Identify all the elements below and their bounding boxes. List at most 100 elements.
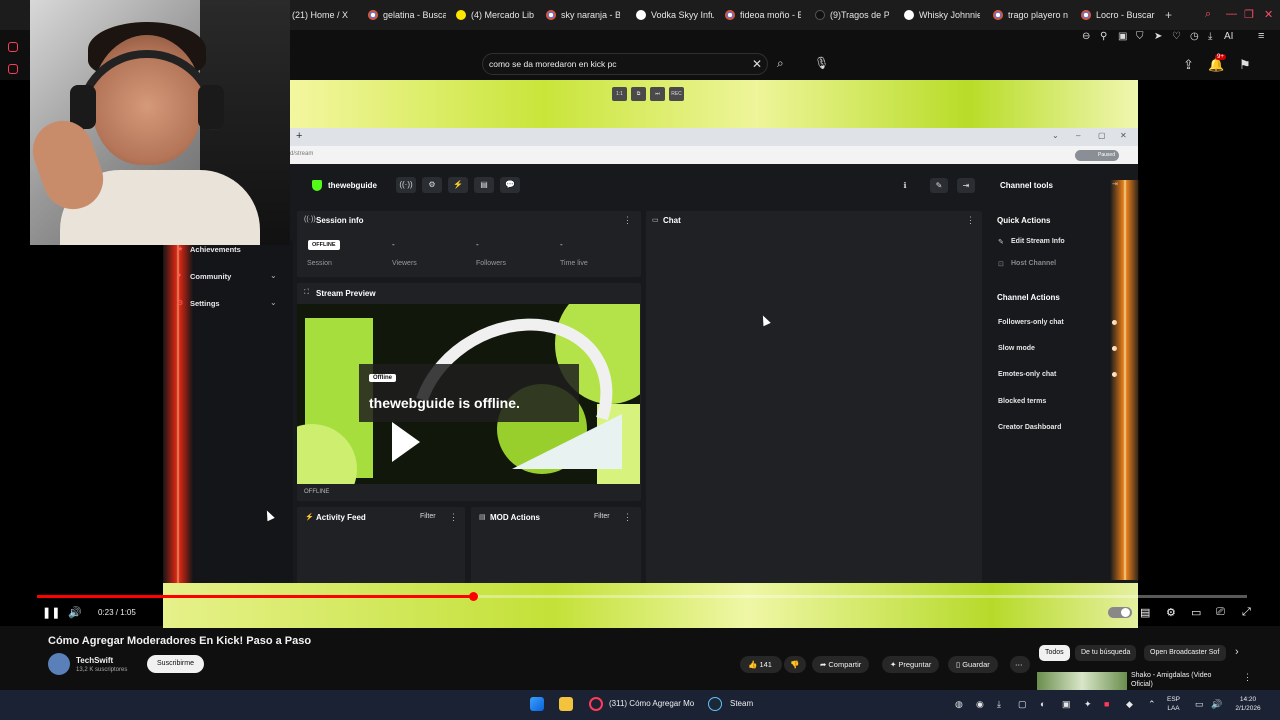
chevron-right-icon[interactable]: › xyxy=(1235,647,1239,658)
generic-site-icon xyxy=(904,10,914,20)
chip-from-search[interactable]: De tu búsqueda xyxy=(1075,645,1137,661)
clock-icon[interactable]: ◷ xyxy=(1190,32,1199,42)
channel-name[interactable]: TechSwift xyxy=(76,656,113,665)
browser-tab[interactable]: (21) Home / X xyxy=(292,6,362,24)
more-icon[interactable]: ⋮ xyxy=(1243,673,1252,682)
browser-tab[interactable]: Whisky Johnnie xyxy=(904,6,980,24)
browser-tab[interactable]: Vodka Skyy Infu xyxy=(636,6,714,24)
miniplayer-icon[interactable]: ▭ xyxy=(1191,606,1201,619)
offline-card xyxy=(359,364,579,422)
menu-icon[interactable]: ≡ xyxy=(1258,31,1264,42)
record-icon[interactable]: REC xyxy=(669,87,684,101)
tab-label: Whisky Johnnie xyxy=(919,10,980,20)
pause-icon[interactable]: ❚❚ xyxy=(42,606,60,619)
settings-icon[interactable]: ⚙ xyxy=(1166,606,1176,619)
file-explorer-icon[interactable] xyxy=(559,697,573,711)
save-button[interactable]: ▯ Guardar xyxy=(948,656,998,673)
upload-icon[interactable]: ⇪ xyxy=(1183,57,1194,73)
send-icon[interactable]: ➤ xyxy=(1154,32,1162,42)
progress-scrubber[interactable] xyxy=(469,592,478,601)
new-tab-button[interactable]: + xyxy=(1165,8,1172,22)
download-icon[interactable]: ⤓ xyxy=(997,699,1001,710)
like-button[interactable]: 👍 141 xyxy=(740,656,782,673)
lightning-icon: ⚡ xyxy=(448,177,468,193)
taskbar-app-browser[interactable]: (311) Cómo Agregar Mo xyxy=(609,699,694,708)
sidebar-app-icon[interactable] xyxy=(8,42,18,52)
search-value: como se da moredaron en kick pc xyxy=(489,59,617,69)
more-actions-button[interactable]: ⋯ xyxy=(1010,656,1030,673)
tray-app-icon[interactable]: ▣ xyxy=(1062,699,1071,710)
opera-icon[interactable] xyxy=(589,697,603,711)
minimize-icon[interactable]: — xyxy=(1226,8,1237,20)
tab-label: (4) Mercado Lib xyxy=(471,10,535,20)
browser-tab[interactable]: sky naranja - B xyxy=(546,6,620,24)
more-icon: ⋯ xyxy=(1015,660,1023,669)
search-icon[interactable]: ⌕ xyxy=(1205,8,1211,21)
close-icon[interactable]: ✕ xyxy=(1264,8,1273,21)
volume-icon[interactable]: 🔊 xyxy=(68,606,82,619)
clear-search-icon[interactable]: ✕ xyxy=(752,58,762,70)
windows-start-icon[interactable] xyxy=(530,697,544,711)
account-icon[interactable]: ⚑ xyxy=(1239,57,1251,73)
share-button[interactable]: ➦ Compartir xyxy=(812,656,870,673)
shield-icon[interactable]: ⛉ xyxy=(1136,32,1144,42)
tray-app-icon[interactable]: ■ xyxy=(1104,699,1109,709)
taskbar-app-steam[interactable]: Steam xyxy=(730,699,753,708)
browser-tab[interactable]: Locro - Buscar xyxy=(1081,6,1157,24)
browser-tab[interactable]: (4) Mercado Lib xyxy=(456,6,538,24)
ai-icon[interactable]: AI xyxy=(1224,32,1233,42)
webcam-overlay xyxy=(30,0,290,245)
tray-app-icon[interactable]: ◆ xyxy=(1126,699,1133,710)
chip-all[interactable]: Todos xyxy=(1039,645,1070,661)
browser-tab[interactable]: (9)Tragos de Pi xyxy=(815,6,889,24)
browser-tab[interactable]: trago playero n xyxy=(993,6,1069,24)
activity-filter-button: Filter xyxy=(420,513,436,520)
browser-tab[interactable]: gelatina - Busca xyxy=(368,6,446,24)
settings-icon: ⚙ xyxy=(422,177,442,193)
chip-obs[interactable]: Open Broadcaster Sof xyxy=(1144,645,1226,661)
extensions-icon[interactable]: ⚲ xyxy=(1100,32,1107,42)
download-icon[interactable]: ⤓ xyxy=(1208,32,1212,42)
chat-panel xyxy=(646,211,982,583)
skip-icon[interactable]: ⏭ xyxy=(650,87,665,101)
tray-app-icon[interactable]: ▢ xyxy=(1018,699,1027,710)
microphone-icon[interactable]: 🎙 xyxy=(814,57,829,69)
recommended-thumbnail[interactable] xyxy=(1037,672,1127,690)
recommended-title-line2[interactable]: Oficial) xyxy=(1131,681,1153,688)
dislike-button[interactable]: 👎 xyxy=(784,656,806,673)
whatsapp-icon[interactable]: ◍ xyxy=(955,699,963,710)
subtitles-icon[interactable]: ▤ xyxy=(1140,606,1150,619)
embedded-maximize-icon: ▢ xyxy=(1098,131,1106,140)
emotes-only-chat: Emotes-only chat xyxy=(998,371,1057,378)
autoplay-toggle[interactable] xyxy=(1108,607,1132,618)
share-label: Compartir xyxy=(828,660,862,669)
channel-avatar[interactable] xyxy=(48,653,70,675)
aspect-icon[interactable]: 1:1 xyxy=(612,87,627,101)
monitor-icon[interactable]: ▭ xyxy=(1195,699,1204,710)
screenshot-icon[interactable]: ▣ xyxy=(1118,32,1127,42)
chat-title: Chat xyxy=(663,216,681,225)
viewers-value: - xyxy=(392,240,395,249)
browser-tab[interactable]: fideoa moño - B xyxy=(725,6,801,24)
recommended-title[interactable]: Shako - Amigdalas (Video xyxy=(1131,672,1211,679)
clock[interactable]: 14:20 2/1/2026 xyxy=(1228,695,1268,713)
zoom-icon[interactable]: ⊖ xyxy=(1082,32,1090,42)
cast-icon[interactable]: ⎚ xyxy=(1216,606,1225,619)
speaker-icon[interactable]: 🔊 xyxy=(1211,699,1222,710)
tray-app-icon[interactable]: ◉ xyxy=(976,699,984,710)
chevron-up-icon[interactable]: ⌃ xyxy=(1148,699,1156,710)
maximize-icon[interactable]: ❐ xyxy=(1244,8,1254,21)
subscribe-button[interactable]: Suscribirme xyxy=(147,655,204,673)
steam-icon[interactable] xyxy=(708,697,722,711)
search-icon[interactable]: ⌕ xyxy=(777,57,784,69)
fullscreen-icon[interactable]: ⤢ xyxy=(1242,606,1251,619)
discord-icon[interactable]: ◐ xyxy=(1040,699,1045,709)
tiktok-icon xyxy=(815,10,825,20)
tray-app-icon[interactable]: ✦ xyxy=(1084,699,1092,710)
language-indicator[interactable]: ESP LAA xyxy=(1167,695,1180,713)
sidebar-app-icon[interactable] xyxy=(8,64,18,74)
heart-icon[interactable]: ♡ xyxy=(1172,32,1181,42)
crop-icon[interactable]: ⧉ xyxy=(631,87,646,101)
ask-button[interactable]: ✦ Preguntar xyxy=(882,656,940,673)
more-icon: ⋮ xyxy=(449,512,458,522)
